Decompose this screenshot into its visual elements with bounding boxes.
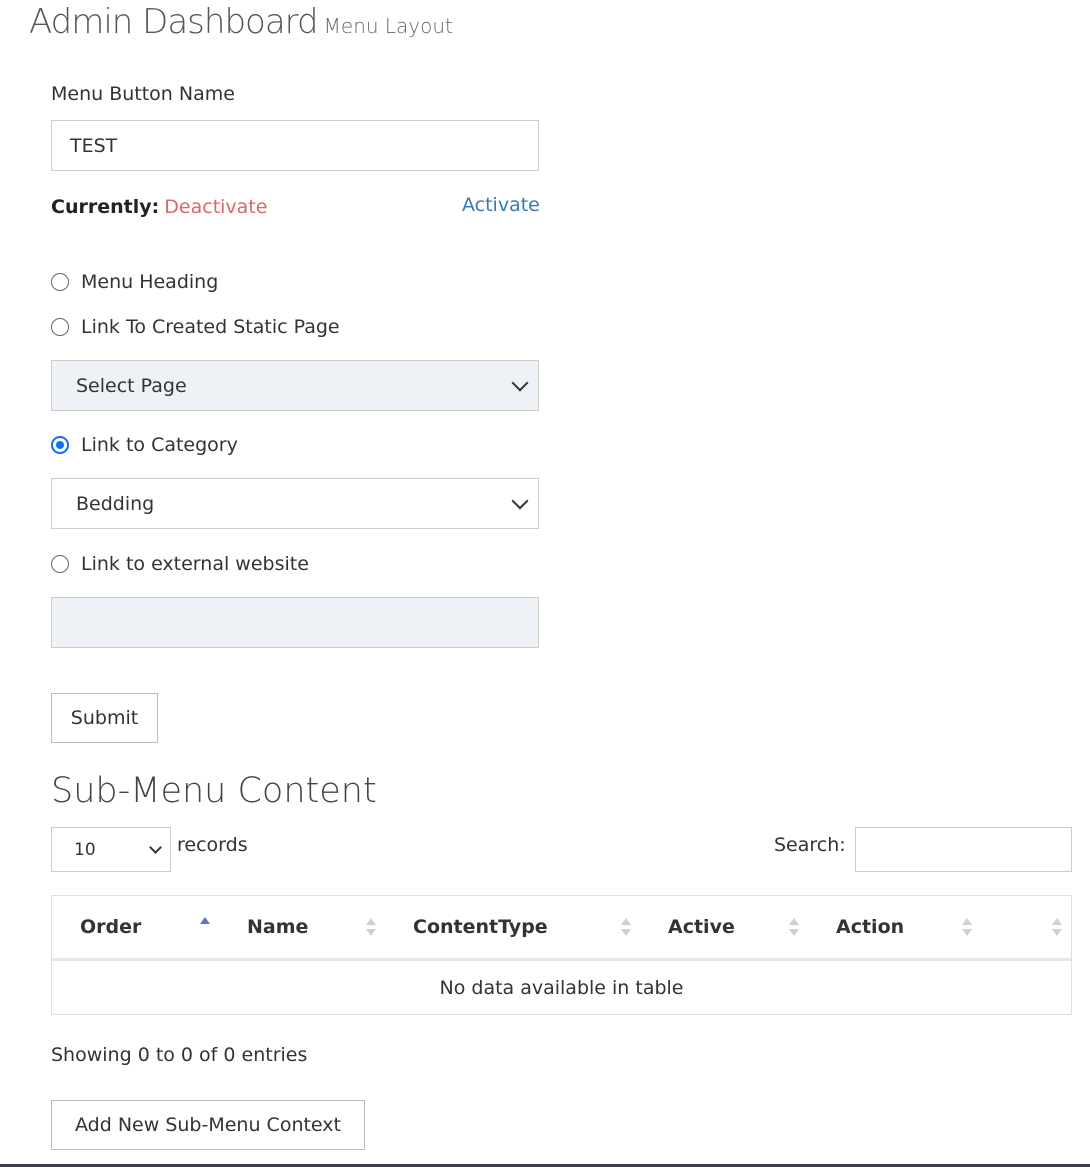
empty-message: No data available in table: [439, 976, 684, 999]
column-header-order[interactable]: Order: [80, 896, 141, 958]
radio-category[interactable]: [51, 436, 69, 454]
chevron-down-icon: [511, 374, 529, 391]
status-value: Deactivate: [164, 196, 268, 218]
category-select-value: Bedding: [76, 492, 155, 515]
external-url-input[interactable]: [51, 597, 539, 648]
table-info: Showing 0 to 0 of 0 entries: [51, 1044, 308, 1066]
option-category[interactable]: Link to Category: [51, 434, 238, 456]
column-header-name[interactable]: Name: [247, 896, 308, 958]
radio-menu-heading[interactable]: [51, 273, 69, 291]
option-external-website-label: Link to external website: [81, 553, 309, 575]
page-subtitle: Menu Layout: [323, 14, 453, 38]
column-header-contenttype-label: ContentType: [413, 916, 548, 938]
chevron-down-icon: [511, 492, 529, 509]
activate-link[interactable]: Activate: [462, 194, 540, 216]
page-title-text: Admin Dashboard: [29, 2, 319, 42]
menu-button-name-input[interactable]: TEST: [51, 120, 539, 171]
status-label: Currently:: [51, 196, 160, 218]
option-menu-heading-label: Menu Heading: [81, 271, 219, 293]
page-title: Admin Dashboard Menu Layout: [29, 2, 453, 42]
radio-external-website[interactable]: [51, 555, 69, 573]
submenu-title: Sub-Menu Content: [51, 771, 377, 811]
column-header-active-label: Active: [668, 916, 735, 938]
submenu-table: Order Name ContentType Active Action No …: [51, 895, 1072, 1015]
column-header-name-label: Name: [247, 916, 309, 938]
column-header-active[interactable]: Active: [668, 896, 735, 958]
column-header-contenttype[interactable]: ContentType: [413, 896, 548, 958]
menu-button-name-label: Menu Button Name: [51, 83, 235, 105]
records-label: records: [177, 834, 248, 856]
submit-button[interactable]: Submit: [51, 693, 158, 743]
static-page-select[interactable]: Select Page: [51, 360, 539, 411]
table-empty-row: No data available in table: [52, 961, 1071, 1014]
option-category-label: Link to Category: [81, 434, 238, 456]
search-input[interactable]: [855, 827, 1072, 872]
add-submenu-button[interactable]: Add New Sub-Menu Context: [51, 1100, 365, 1150]
option-external-website[interactable]: Link to external website: [51, 553, 309, 575]
page-length-value: 10: [74, 839, 96, 860]
column-header-action[interactable]: Action: [836, 896, 904, 958]
table-header: Order Name ContentType Active Action: [52, 896, 1071, 961]
page-length-select[interactable]: 10: [51, 827, 171, 872]
option-static-page-label: Link To Created Static Page: [81, 316, 340, 338]
option-menu-heading[interactable]: Menu Heading: [51, 271, 218, 293]
column-header-order-label: Order: [80, 916, 142, 938]
static-page-select-value: Select Page: [76, 374, 187, 397]
column-header-action-label: Action: [836, 916, 905, 938]
status-line: Currently: Deactivate: [51, 196, 267, 218]
menu-button-name-value: TEST: [70, 134, 118, 157]
chevron-down-icon: [149, 841, 162, 854]
search-label: Search:: [774, 834, 846, 856]
option-static-page[interactable]: Link To Created Static Page: [51, 316, 340, 338]
category-select[interactable]: Bedding: [51, 478, 539, 529]
radio-static-page[interactable]: [51, 318, 69, 336]
